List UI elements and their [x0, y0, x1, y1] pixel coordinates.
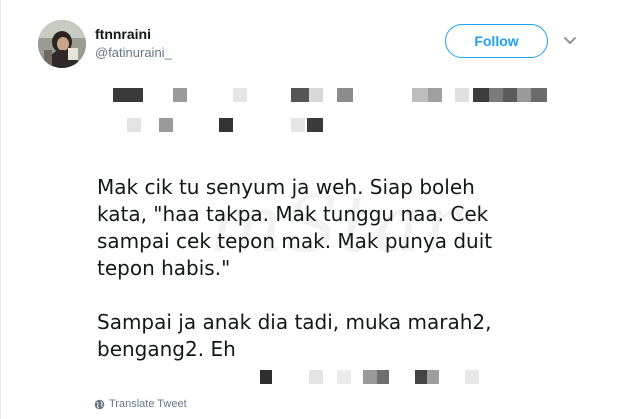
translate-tweet-label: Translate Tweet [109, 398, 187, 410]
pixel-block [309, 88, 323, 102]
globe-icon [94, 399, 105, 409]
translate-tweet-link[interactable]: Translate Tweet [94, 398, 187, 410]
tweet-card: ftnnraini @fatinuraini_ Follow mStar Mak… [0, 0, 620, 419]
pixel-block [517, 88, 531, 102]
pixel-block [428, 88, 442, 102]
pixel-block [173, 88, 187, 102]
avatar-image [38, 20, 86, 68]
pixel-block [291, 88, 309, 102]
chevron-down-icon[interactable] [563, 34, 577, 48]
pixel-block [427, 370, 439, 384]
display-name[interactable]: ftnnraini [95, 26, 151, 42]
pixel-block [291, 118, 305, 132]
tweet-line: tepon habis." [97, 256, 231, 280]
tweet-line: Sampai ja anak dia tadi, muka marah2, [97, 310, 492, 334]
pixel-block [127, 118, 141, 132]
pixel-block [337, 88, 353, 102]
pixel-block [233, 88, 247, 102]
tweet-line: bengang2. Eh [97, 336, 587, 363]
pixel-block [363, 370, 377, 384]
pixel-block [489, 88, 503, 102]
pixel-block [455, 88, 469, 102]
tweet-line-text: bengang2. Eh [97, 337, 236, 361]
pixel-block [412, 88, 428, 102]
tweet-text: Mak cik tu senyum ja weh. Siap boleh kat… [97, 174, 587, 363]
pixel-block [113, 88, 143, 102]
tweet-line: Mak cik tu senyum ja weh. Siap boleh [97, 175, 475, 199]
pixel-block [465, 370, 479, 384]
tweet-paragraph: Mak cik tu senyum ja weh. Siap boleh kat… [97, 174, 587, 282]
pixel-block [531, 88, 547, 102]
pixel-block [260, 370, 272, 384]
avatar[interactable] [38, 20, 86, 68]
tweet-line: sampai cek tepon mak. Mak punya duit [97, 229, 493, 253]
pixel-block [503, 88, 517, 102]
pixel-block [415, 370, 427, 384]
username[interactable]: @fatinuraini_ [95, 45, 172, 60]
pixel-block [219, 118, 233, 132]
pixel-block [473, 88, 489, 102]
pixel-block [377, 370, 389, 384]
tweet-paragraph: Sampai ja anak dia tadi, muka marah2, be… [97, 309, 587, 363]
pixel-block [309, 370, 323, 384]
tweet-line: kata, "haa takpa. Mak tunggu naa. Cek [97, 202, 489, 226]
pixel-block [307, 118, 323, 132]
pixel-block [159, 118, 173, 132]
pixel-block [337, 370, 351, 384]
follow-button[interactable]: Follow [445, 24, 548, 58]
